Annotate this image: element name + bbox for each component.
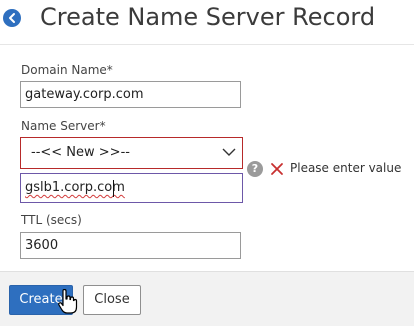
domain-name-input[interactable]: gateway.corp.com xyxy=(20,81,241,108)
name-server-entry-input[interactable]: gslb1.corp.com xyxy=(20,173,243,203)
back-button[interactable] xyxy=(3,9,21,27)
domain-name-label: Domain Name* xyxy=(21,63,113,77)
page-header: Create Name Server Record xyxy=(0,0,414,38)
ttl-label: TTL (secs) xyxy=(21,213,82,227)
name-server-label: Name Server* xyxy=(21,119,106,133)
close-button[interactable]: Close xyxy=(83,285,141,315)
name-server-entry-value: gslb1.corp.com xyxy=(25,180,125,195)
error-message: Please enter value xyxy=(290,161,402,175)
ttl-input[interactable]: 3600 xyxy=(20,232,241,259)
question-icon[interactable]: ? xyxy=(247,161,263,177)
page-title: Create Name Server Record xyxy=(40,3,376,31)
back-arrow-icon xyxy=(9,13,15,23)
chevron-down-icon xyxy=(222,148,236,156)
name-server-select[interactable]: --<< New >>-- xyxy=(20,137,243,169)
name-server-selected-value: --<< New >>-- xyxy=(31,145,130,160)
error-x-icon xyxy=(271,163,283,175)
hand-cursor-icon xyxy=(58,289,78,314)
text-caret xyxy=(113,180,114,197)
